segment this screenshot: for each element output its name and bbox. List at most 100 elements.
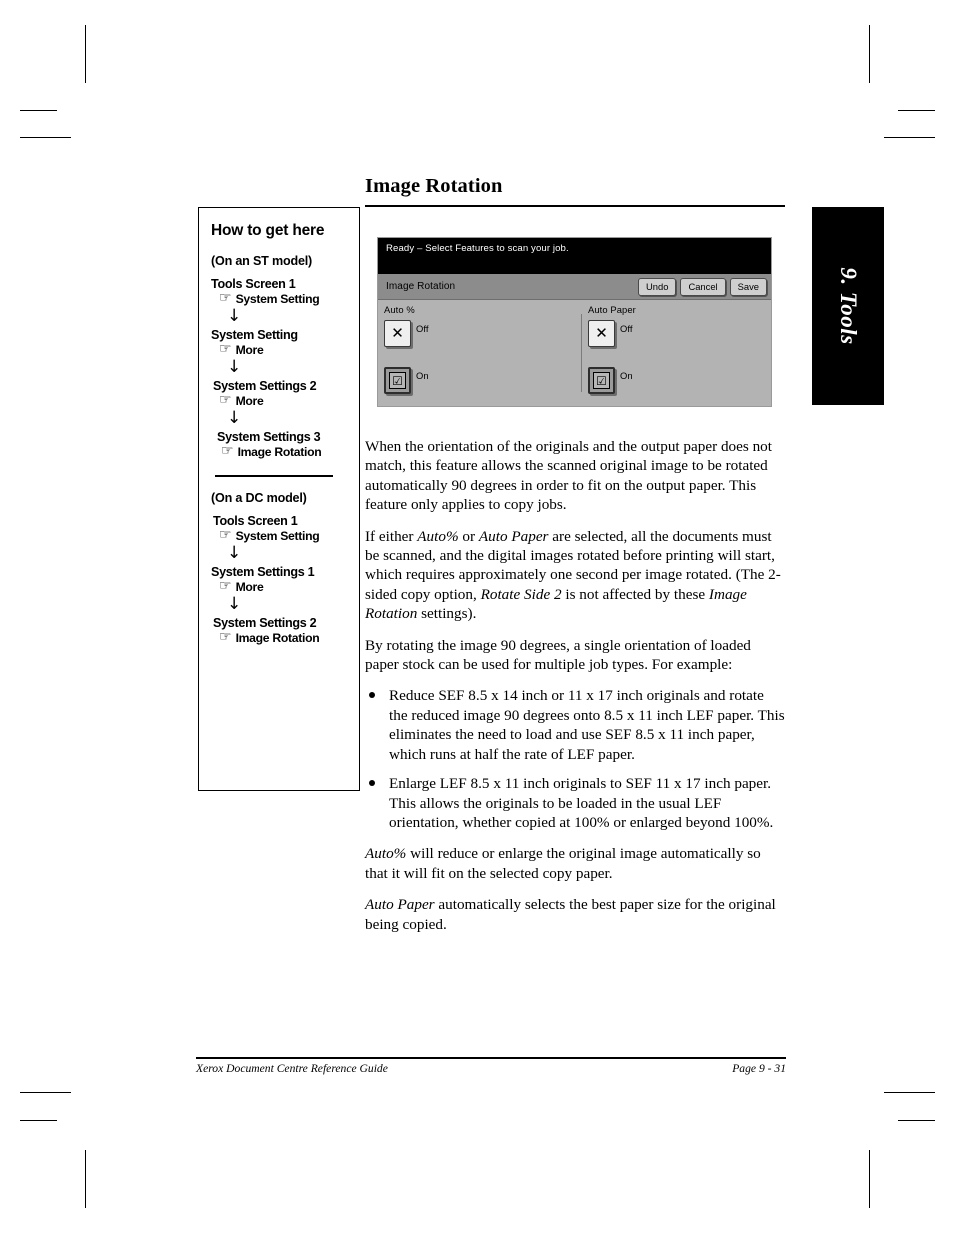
arrow-down-icon: ↓	[227, 306, 242, 326]
footer-document-title: Xerox Document Centre Reference Guide	[196, 1062, 388, 1075]
st-step-1-action: ☞ More	[211, 341, 349, 357]
pointing-hand-icon: ☞	[219, 341, 232, 357]
term-auto-paper: Auto Paper	[478, 527, 549, 545]
how-to-get-here-box: How to get here (On an ST model) Tools S…	[198, 207, 360, 791]
auto-paper-off-option[interactable]: ✕ Off	[588, 320, 636, 347]
st-step-3-action: ☞ Image Rotation	[211, 443, 349, 459]
paragraph-1: When the orientation of the originals an…	[365, 438, 772, 514]
st-step-0-screen: Tools Screen 1	[211, 277, 296, 291]
dc-step-0-screen: Tools Screen 1	[213, 513, 298, 528]
touchscreen-panel-title: Image Rotation	[386, 281, 456, 292]
crop-mark-top-left-lower	[20, 137, 71, 138]
checkbox-checked-icon[interactable]: ☑	[384, 367, 411, 394]
checkmark-icon: ☑	[389, 372, 406, 389]
arrow-down-icon: ↓	[227, 408, 242, 428]
crop-mark-bottom-left-lower	[20, 1120, 57, 1121]
list-item-text: Enlarge LEF 8.5 x 11 inch originals to S…	[389, 775, 774, 831]
st-step-2-action-label: More	[235, 394, 264, 408]
page-canvas: 9. Tools Image Rotation How to get here …	[0, 0, 954, 1235]
title-rule	[365, 205, 785, 207]
bullet-dot-icon	[369, 692, 375, 699]
checkmark-icon: ☑	[593, 372, 610, 389]
touchscreen-body: Auto % ✕ Off ☑ On Auto Paper ✕ Off ☑ On	[378, 300, 771, 406]
crop-mark-top-left-upper	[20, 110, 57, 111]
list-item-text: Reduce SEF 8.5 x 14 inch or 11 x 17 inch…	[389, 687, 785, 763]
auto-paper-on-label: On	[620, 370, 633, 381]
close-x-icon[interactable]: ✕	[384, 320, 411, 347]
st-step-3-action-label: Image Rotation	[237, 445, 322, 459]
how-to-get-here-title: How to get here	[211, 222, 325, 239]
page-footer: Xerox Document Centre Reference Guide Pa…	[196, 1062, 786, 1075]
list-item: Enlarge LEF 8.5 x 11 inch originals to S…	[365, 774, 786, 832]
example-bullet-list: Reduce SEF 8.5 x 14 inch or 11 x 17 inch…	[365, 686, 786, 832]
paragraph-3: By rotating the image 90 degrees, a sing…	[365, 636, 751, 674]
dc-step-1-action-label: More	[235, 579, 264, 594]
auto-percent-group: Auto % ✕ Off ☑ On	[384, 304, 429, 414]
crop-mark-top-right-upper	[898, 110, 935, 111]
pointing-hand-icon: ☞	[219, 526, 232, 543]
st-step-2-screen: System Settings 2	[213, 379, 317, 393]
st-step-0-action: ☞ System Setting	[211, 290, 349, 306]
auto-paper-off-label: Off	[620, 323, 633, 334]
checkbox-checked-icon[interactable]: ☑	[588, 367, 615, 394]
term-rotate-side-2: Rotate Side 2	[480, 585, 562, 603]
auto-percent-off-option[interactable]: ✕ Off	[384, 320, 429, 347]
st-model-label: (On an ST model)	[211, 254, 313, 268]
pointing-hand-icon: ☞	[219, 628, 232, 645]
dc-step-2-screen: System Settings 2	[213, 615, 317, 630]
paragraph-5: Auto Paper automatically selects the bes…	[365, 895, 786, 934]
paragraph-2-part-a: If either	[365, 527, 418, 545]
crop-mark-bottom-left-upper	[20, 1092, 71, 1093]
auto-percent-off-label: Off	[416, 323, 429, 334]
dc-step-0-action-label: System Setting	[235, 528, 320, 543]
auto-paper-group-label: Auto Paper	[588, 304, 636, 315]
undo-button[interactable]: Undo	[638, 277, 677, 296]
st-step-1-action-label: More	[235, 343, 264, 357]
pointing-hand-icon: ☞	[219, 290, 232, 306]
howto-section-divider	[215, 475, 333, 477]
st-step-0-action-label: System Setting	[235, 292, 320, 306]
dc-step-2-action-label: Image Rotation	[235, 630, 320, 645]
chapter-thumb-tab: 9. Tools	[812, 207, 884, 405]
pointing-hand-icon: ☞	[219, 392, 232, 408]
footer-rule	[196, 1057, 786, 1059]
pointing-hand-icon: ☞	[219, 577, 232, 594]
paragraph-2-part-b: or	[458, 527, 479, 545]
arrow-down-icon: ↓	[227, 542, 242, 563]
dc-step-1-action: ☞ More	[211, 577, 349, 594]
crop-mark-top-right-lower	[884, 137, 935, 138]
touchscreen-title-bar: Image Rotation Undo Cancel Save	[378, 274, 771, 300]
arrow-down-icon: ↓	[227, 593, 242, 614]
crop-mark-bottom-right-vertical	[869, 1150, 870, 1208]
auto-paper-on-option[interactable]: ☑ On	[588, 367, 636, 394]
paragraph-2: If either Auto% or Auto Paper are select…	[365, 527, 786, 624]
body-text-column: When the orientation of the originals an…	[365, 437, 786, 946]
paragraph-2-part-d: is not affected by these	[561, 585, 709, 603]
save-button[interactable]: Save	[729, 277, 767, 296]
footer-page-number: Page 9 - 31	[732, 1062, 786, 1075]
list-item: Reduce SEF 8.5 x 14 inch or 11 x 17 inch…	[365, 686, 786, 764]
term-auto-paper: Auto Paper	[365, 896, 435, 914]
crop-mark-bottom-right-lower	[898, 1120, 935, 1121]
st-step-1-screen: System Setting	[211, 328, 298, 342]
crop-mark-bottom-right-upper	[884, 1092, 935, 1093]
page-title: Image Rotation	[365, 175, 503, 197]
auto-percent-on-label: On	[416, 370, 429, 381]
paragraph-2-part-e: settings).	[417, 605, 477, 623]
auto-percent-on-option[interactable]: ☑ On	[384, 367, 429, 394]
dc-step-2-action: ☞ Image Rotation	[211, 628, 349, 645]
chapter-thumb-tab-label: 9. Tools	[836, 267, 861, 345]
auto-percent-group-label: Auto %	[384, 304, 415, 315]
paragraph-4: Auto% will reduce or enlarge the origina…	[365, 844, 786, 883]
st-step-2-action: ☞ More	[211, 392, 349, 408]
close-x-icon[interactable]: ✕	[588, 320, 615, 347]
touchscreen-group-divider	[581, 314, 582, 392]
bullet-dot-icon	[369, 780, 375, 787]
crop-mark-top-right-vertical	[869, 25, 870, 83]
dc-model-label: (On a DC model)	[211, 490, 307, 505]
touchscreen-status-bar: Ready – Select Features to scan your job…	[378, 238, 771, 274]
pointing-hand-icon: ☞	[221, 443, 234, 459]
arrow-down-icon: ↓	[227, 357, 242, 377]
cancel-button[interactable]: Cancel	[680, 277, 726, 296]
term-auto-percent: Auto%	[365, 845, 407, 863]
